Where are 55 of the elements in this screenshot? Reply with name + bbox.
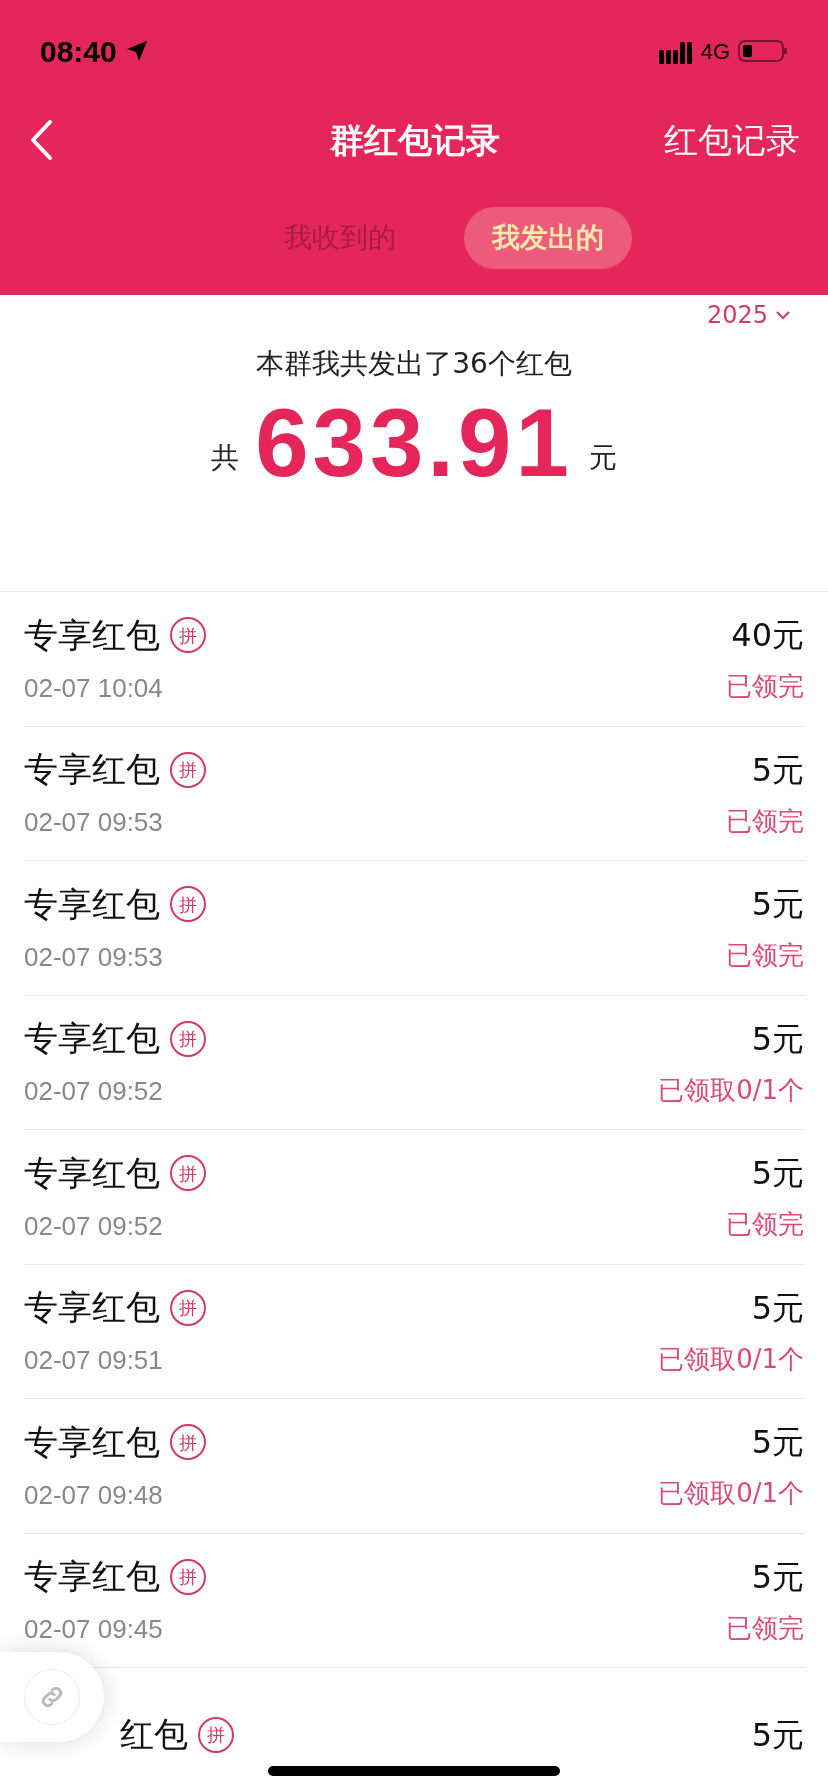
record-title: 红包 [120, 1713, 188, 1757]
split-badge: 拼 [170, 1289, 206, 1326]
record-amount: 5元 [751, 1018, 804, 1060]
record-status: 已领完 [726, 1611, 804, 1645]
record-amount: 5元 [751, 1153, 804, 1195]
page-title: 群红包记录 [330, 118, 500, 162]
record-time: 02-07 09:48 [24, 1478, 164, 1512]
network-label: 4G [700, 37, 730, 66]
split-badge: 拼 [170, 1424, 206, 1461]
split-badge: 拼 [170, 1020, 206, 1057]
status-time: 08:40 [40, 33, 117, 70]
record-status: 已领完 [726, 804, 804, 838]
record-amount: 5元 [751, 749, 804, 791]
summary-text: 本群我共发出了36个红包 [256, 346, 572, 382]
record-status: 已领取0/1个 [658, 1342, 804, 1376]
record-title: 专享红包 [24, 1151, 160, 1195]
record-amount: 40元 [731, 615, 804, 657]
record-status: 已领完 [726, 939, 804, 973]
record-title: 专享红包 [24, 1017, 160, 1061]
record-title: 专享红包 [24, 748, 160, 792]
records-link[interactable]: 红包记录 [664, 114, 800, 166]
record-amount: 5元 [751, 884, 804, 926]
record-time: 02-07 09:51 [24, 1344, 164, 1378]
record-time: 02-07 09:52 [24, 1075, 164, 1109]
split-badge: 拼 [170, 886, 206, 923]
tab[interactable]: 我发出的 [464, 206, 632, 269]
record-amount: 5元 [751, 1556, 804, 1598]
total-amount: 633.91 [255, 395, 573, 491]
record-status: 已领完 [726, 670, 804, 704]
split-badge: 拼 [170, 617, 206, 654]
record-title: 专享红包 [24, 882, 160, 926]
year-dropdown[interactable]: 2025 [706, 297, 790, 333]
record-time: 02-07 09:53 [24, 940, 164, 974]
total-prefix: 共 [211, 440, 240, 476]
record-time: 02-07 09:45 [24, 1613, 164, 1647]
record-title: 专享红包 [24, 1420, 160, 1464]
record-amount: 5元 [751, 1422, 804, 1464]
record-amount: 5元 [751, 1287, 804, 1329]
record-status: 已领取0/1个 [658, 1477, 804, 1511]
chevron-down-icon [776, 310, 790, 320]
record-title: 专享红包 [24, 1555, 160, 1599]
record-title: 专享红包 [24, 613, 160, 657]
record-time: 02-07 10:04 [24, 671, 164, 705]
record-time: 02-07 09:52 [24, 1209, 164, 1243]
split-badge: 拼 [198, 1716, 234, 1753]
record-time: 02-07 09:53 [24, 806, 164, 840]
record-amount: 5元 [751, 1714, 804, 1756]
split-badge: 拼 [170, 1558, 206, 1595]
split-badge: 拼 [170, 751, 206, 788]
record-status: 已领取0/1个 [658, 1073, 804, 1107]
battery-icon [738, 38, 788, 64]
total-unit: 元 [588, 440, 617, 476]
record-title: 专享红包 [24, 1286, 160, 1330]
split-badge: 拼 [170, 1155, 206, 1192]
record-status: 已领完 [726, 1208, 804, 1242]
